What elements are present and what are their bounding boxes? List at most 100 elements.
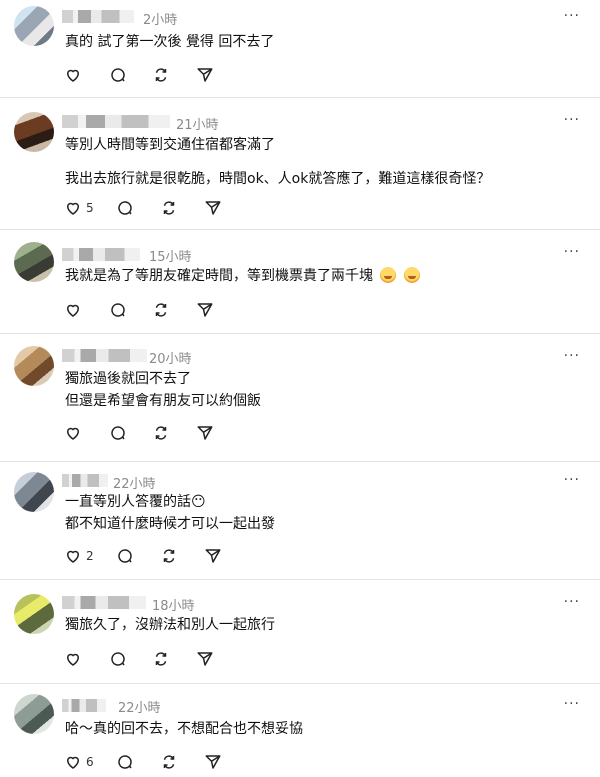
repost-button[interactable] <box>152 300 170 320</box>
comment-button[interactable] <box>109 423 127 443</box>
reply-post: 20小時 ··· 獨旅過後就回不去了 但還是希望會有朋友可以約個飯 <box>0 334 600 462</box>
comment-icon <box>118 755 132 769</box>
like-button[interactable] <box>64 423 86 443</box>
share-icon <box>197 303 213 317</box>
post-text-line: 我出去旅行就是很乾脆，時間ok、人ok就答應了，難道這樣很奇怪？ <box>65 171 491 187</box>
comment-icon <box>111 303 125 317</box>
repost-button[interactable] <box>152 423 170 443</box>
reply-post: 22小時 ··· 一直等別人答覆的話😶 都不知道什麼時候才可以一起出發 2 <box>0 462 600 580</box>
comment-icon <box>111 68 125 82</box>
username-blurred[interactable] <box>62 474 108 487</box>
repost-icon <box>155 652 167 666</box>
avatar[interactable] <box>14 346 54 386</box>
repost-icon <box>163 755 175 769</box>
avatar[interactable] <box>14 242 54 282</box>
more-options-icon[interactable]: ··· <box>564 348 580 364</box>
more-options-icon[interactable]: ··· <box>564 244 580 260</box>
reply-post: 15小時 ··· 我就是為了等朋友確定時間，等到機票貴了兩千塊 <box>0 230 600 334</box>
like-button[interactable] <box>64 300 86 320</box>
more-options-icon[interactable]: ··· <box>564 472 580 488</box>
username-blurred[interactable] <box>62 10 134 23</box>
post-text-line: 但還是希望會有朋友可以約個飯 <box>65 393 261 409</box>
repost-icon <box>163 201 175 215</box>
repost-button[interactable] <box>152 649 170 669</box>
post-text: 等別人時間等到交通住宿都客滿了 我出去旅行就是很乾脆，時間ok、人ok就答應了，… <box>65 134 490 190</box>
more-options-icon[interactable]: ··· <box>564 8 580 24</box>
username-blurred[interactable] <box>62 115 170 128</box>
hugging-face-emoji <box>403 267 420 283</box>
share-icon <box>197 426 213 440</box>
like-count: 2 <box>86 549 94 563</box>
post-text-line: 等別人時間等到交通住宿都客滿了 <box>65 137 275 153</box>
post-text-line: 獨旅久了，沒辦法和別人一起旅行 <box>65 617 275 633</box>
comment-button[interactable] <box>116 546 134 566</box>
more-options-icon[interactable]: ··· <box>564 696 580 712</box>
share-button[interactable] <box>204 546 222 566</box>
like-button[interactable]: 6 <box>64 752 94 772</box>
like-count: 6 <box>86 755 94 769</box>
comment-button[interactable] <box>109 300 127 320</box>
avatar[interactable] <box>14 112 54 152</box>
comment-button[interactable] <box>109 649 127 669</box>
post-time: 15小時 <box>149 250 192 265</box>
share-icon <box>197 652 213 666</box>
share-button[interactable] <box>204 198 222 218</box>
reply-post: 2小時 ··· 真的 試了第一次後 覺得 回不去了 <box>0 0 600 98</box>
avatar[interactable] <box>14 694 54 734</box>
repost-button[interactable] <box>160 752 178 772</box>
username-blurred[interactable] <box>62 596 146 609</box>
share-button[interactable] <box>196 423 214 443</box>
more-options-icon[interactable]: ··· <box>564 594 580 610</box>
heart-icon <box>66 653 80 666</box>
post-text: 真的 試了第一次後 覺得 回不去了 <box>65 31 274 53</box>
comment-button[interactable] <box>116 752 134 772</box>
repost-icon <box>163 549 175 563</box>
post-text-line: 都不知道什麼時候才可以一起出發 <box>65 516 275 532</box>
like-count: 5 <box>86 201 94 215</box>
post-text-line: 一直等別人答覆的話😶 <box>65 494 206 510</box>
heart-icon <box>66 427 80 440</box>
comment-icon <box>118 549 132 563</box>
post-time: 18小時 <box>152 599 195 614</box>
avatar[interactable] <box>14 594 54 634</box>
post-text-line: 哈～真的回不去，不想配合也不想妥協 <box>65 721 303 737</box>
like-button[interactable]: 2 <box>64 546 94 566</box>
like-button[interactable]: 5 <box>64 198 94 218</box>
post-text: 獨旅過後就回不去了 但還是希望會有朋友可以約個飯 <box>65 368 261 412</box>
username-blurred[interactable] <box>62 349 147 362</box>
avatar[interactable] <box>14 472 54 512</box>
share-button[interactable] <box>204 752 222 772</box>
post-text-line: 我就是為了等朋友確定時間，等到機票貴了兩千塊 <box>65 268 373 284</box>
share-button[interactable] <box>196 300 214 320</box>
comment-button[interactable] <box>116 198 134 218</box>
comment-icon <box>111 426 125 440</box>
post-text: 一直等別人答覆的話😶 都不知道什麼時候才可以一起出發 <box>65 491 275 535</box>
username-blurred[interactable] <box>62 699 106 712</box>
avatar[interactable] <box>14 6 54 46</box>
repost-icon <box>155 303 167 317</box>
like-button[interactable] <box>64 649 86 669</box>
like-button[interactable] <box>64 65 86 85</box>
post-time: 22小時 <box>118 701 161 716</box>
share-button[interactable] <box>196 65 214 85</box>
post-time: 2小時 <box>143 13 178 28</box>
username-blurred[interactable] <box>62 248 140 261</box>
repost-icon <box>155 68 167 82</box>
reply-feed: 2小時 ··· 真的 試了第一次後 覺得 回不去了 21小時 ··· 等別人時間… <box>0 0 600 777</box>
heart-icon <box>66 202 80 215</box>
repost-button[interactable] <box>160 198 178 218</box>
comment-icon <box>111 652 125 666</box>
post-text-line: 獨旅過後就回不去了 <box>65 371 191 387</box>
post-text-line: 真的 試了第一次後 覺得 回不去了 <box>65 34 275 50</box>
reply-post: 21小時 ··· 等別人時間等到交通住宿都客滿了 我出去旅行就是很乾脆，時間ok… <box>0 98 600 230</box>
share-icon <box>205 549 221 563</box>
comment-button[interactable] <box>109 65 127 85</box>
post-time: 20小時 <box>149 352 192 367</box>
heart-icon <box>66 304 80 317</box>
more-options-icon[interactable]: ··· <box>564 112 580 128</box>
share-button[interactable] <box>196 649 214 669</box>
repost-button[interactable] <box>152 65 170 85</box>
hugging-face-emoji <box>380 267 397 283</box>
repost-button[interactable] <box>160 546 178 566</box>
